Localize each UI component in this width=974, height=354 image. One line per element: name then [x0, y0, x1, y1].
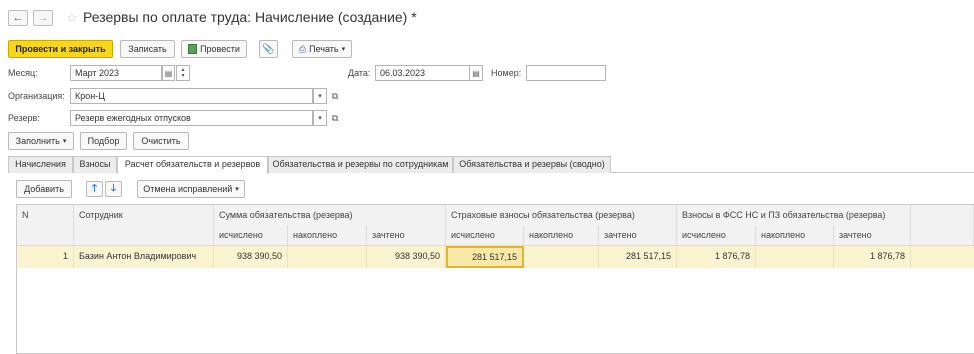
arrow-right-icon: →	[37, 12, 49, 24]
add-button[interactable]: Добавить	[16, 180, 72, 198]
col-header-g3-credited[interactable]: зачтено	[834, 225, 911, 246]
back-button[interactable]: ←	[8, 10, 28, 26]
tab-summary[interactable]: Обязательства и резервы (сводно)	[453, 156, 611, 173]
chevron-down-icon: ▾	[235, 186, 239, 193]
col-group-obligation: Сумма обязательства (резерва)	[214, 205, 446, 226]
organization-open-button[interactable]: ⧉	[328, 88, 342, 104]
number-label: Номер:	[491, 68, 522, 78]
cell-g2-credited[interactable]: 281 517,15	[599, 246, 677, 268]
page-title: Резервы по оплате труда: Начисление (соз…	[83, 9, 417, 25]
date-field[interactable]: 06.03.2023	[375, 65, 470, 81]
cell-employee[interactable]: Базин Антон Владимирович	[74, 246, 214, 268]
number-field[interactable]	[526, 65, 606, 81]
post-and-close-button[interactable]: Провести и закрыть	[8, 40, 113, 58]
cell-n[interactable]: 1	[17, 246, 74, 268]
organization-field[interactable]: Крон-Ц	[70, 88, 313, 104]
attach-button[interactable]: 📎	[259, 40, 278, 58]
data-table: N Сотрудник Сумма обязательства (резерва…	[16, 204, 974, 354]
month-spinner[interactable]: ▴ ▾	[176, 65, 190, 81]
col-header-g3-calculated[interactable]: исчислено	[677, 225, 756, 246]
fill-button[interactable]: Заполнить ▾	[8, 132, 74, 150]
cell-g1-credited[interactable]: 938 390,50	[367, 246, 446, 268]
col-header-g3-accrued[interactable]: накоплено	[756, 225, 834, 246]
month-label: Месяц:	[8, 68, 38, 78]
post-button[interactable]: Провести	[181, 40, 247, 58]
col-header-n[interactable]: N	[17, 205, 74, 246]
reserve-open-button[interactable]: ⧉	[328, 110, 342, 126]
cell-g2-accrued[interactable]	[524, 246, 599, 268]
date-label: Дата:	[348, 68, 371, 78]
col-header-g2-accrued[interactable]: накоплено	[524, 225, 599, 246]
open-link-icon: ⧉	[331, 112, 339, 123]
spin-down-icon: ▾	[181, 73, 185, 79]
cell-g1-calculated[interactable]: 938 390,50	[214, 246, 288, 268]
arrow-up-icon: 🡑	[91, 182, 98, 194]
cell-g3-calculated[interactable]: 1 876,78	[677, 246, 756, 268]
arrow-down-icon: 🡓	[110, 182, 117, 194]
cell-g2-calculated[interactable]: 281 517,15	[446, 246, 524, 268]
save-button[interactable]: Записать	[120, 40, 175, 58]
tab-calculation[interactable]: Расчет обязательств и резервов	[117, 156, 268, 174]
printer-icon: ⎙	[298, 43, 307, 54]
clear-button[interactable]: Очистить	[133, 132, 189, 150]
open-link-icon: ⧉	[331, 90, 339, 101]
calendar-icon: ▤	[164, 68, 173, 78]
chevron-down-icon: ▾	[62, 138, 67, 145]
col-header-employee[interactable]: Сотрудник	[74, 205, 214, 246]
reserve-dropdown[interactable]: ▾	[313, 110, 327, 126]
col-header-empty	[911, 205, 974, 246]
arrow-left-icon: ←	[12, 12, 24, 24]
chevron-down-icon: ▾	[341, 46, 346, 53]
organization-label: Организация:	[8, 91, 65, 101]
move-down-button[interactable]: 🡓	[105, 181, 122, 197]
print-button[interactable]: ⎙ Печать ▾	[292, 40, 352, 58]
tab-accruals[interactable]: Начисления	[8, 156, 73, 173]
col-header-g1-calculated[interactable]: исчислено	[214, 225, 288, 246]
paperclip-icon: 📎	[262, 43, 275, 55]
reserve-field[interactable]: Резерв ежегодных отпусков	[70, 110, 313, 126]
pick-button[interactable]: Подбор	[80, 132, 127, 150]
col-header-g1-credited[interactable]: зачтено	[367, 225, 446, 246]
col-group-fss: Взносы в ФСС НС и ПЗ обязательства (резе…	[677, 205, 911, 226]
post-document-icon	[188, 44, 198, 54]
tab-by-employees[interactable]: Обязательства и резервы по сотрудникам	[268, 156, 453, 173]
col-header-g2-calculated[interactable]: исчислено	[446, 225, 524, 246]
forward-button[interactable]: →	[33, 10, 53, 26]
organization-dropdown[interactable]: ▾	[313, 88, 327, 104]
chevron-down-icon: ▾	[318, 115, 322, 122]
reserve-label: Резерв:	[8, 113, 40, 123]
table-row[interactable]: 1 Базин Антон Владимирович 938 390,50 93…	[17, 246, 974, 268]
cell-g3-accrued[interactable]	[756, 246, 834, 268]
calendar-icon: ▤	[472, 68, 480, 78]
calendar-button[interactable]: ▤	[162, 65, 175, 81]
undo-corrections-button[interactable]: Отмена исправлений ▾	[137, 180, 245, 198]
tab-contributions[interactable]: Взносы	[73, 156, 117, 173]
cell-g1-accrued[interactable]	[288, 246, 367, 268]
col-header-g1-accrued[interactable]: накоплено	[288, 225, 367, 246]
move-up-button[interactable]: 🡑	[86, 181, 103, 197]
favorite-star-icon[interactable]: ☆	[66, 10, 78, 26]
col-header-g2-credited[interactable]: зачтено	[599, 225, 677, 246]
cell-g3-credited[interactable]: 1 876,78	[834, 246, 911, 268]
month-field[interactable]: Март 2023	[70, 65, 162, 81]
col-group-insurance: Страховые взносы обязательства (резерва)	[446, 205, 677, 226]
chevron-down-icon: ▾	[318, 93, 322, 100]
date-calendar-button[interactable]: ▤	[469, 65, 483, 81]
